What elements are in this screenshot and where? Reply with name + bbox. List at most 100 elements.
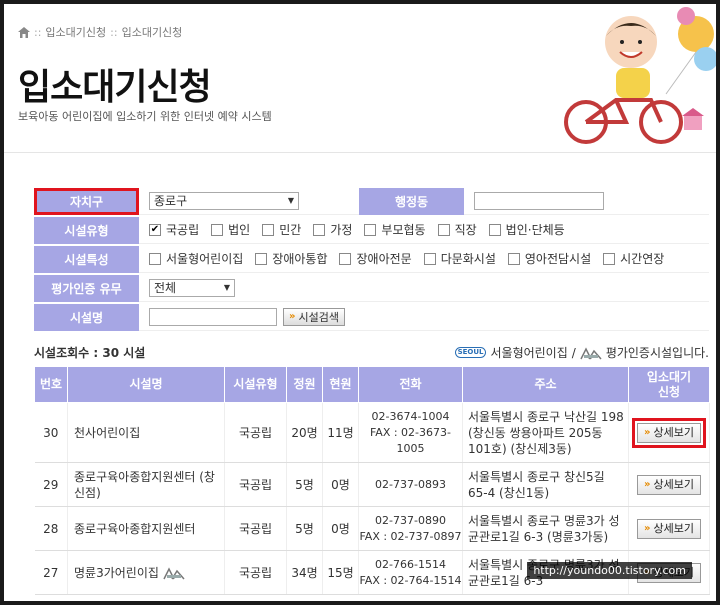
checkbox-checked-icon[interactable]: ✔ <box>149 223 161 236</box>
facility-name-link[interactable]: 종로구육아종합지원센터 <box>74 522 195 536</box>
cell-name: 명륜3가어린이집 <box>67 550 225 595</box>
double-chevron-right-icon: » <box>644 426 651 438</box>
cell-phone: 02-3674-1004 FAX : 02-3673-1005 <box>358 402 463 463</box>
facility-type-option[interactable]: 직장 <box>437 221 477 238</box>
detail-button[interactable]: »상세보기 <box>637 518 701 539</box>
facility-name-field: » 시설검색 <box>139 304 709 331</box>
dong-label: 행정동 <box>359 187 464 215</box>
facility-type-option-label: 국공립 <box>166 223 200 237</box>
search-form: 자치구 종로구 ▼ 행정동 시설유형 ✔ 국공립 법인 민간 가정 부모협동 직장 법인·단체… <box>34 187 709 332</box>
chevron-down-icon: ▼ <box>287 196 294 205</box>
cell-name: 종로구육아종합지원센터 <box>67 506 225 551</box>
cell-current: 0명 <box>322 506 359 551</box>
legend-accredited: 평가인증시설입니다. <box>605 346 709 360</box>
facility-type-option[interactable]: 법인 <box>211 221 250 238</box>
facility-search-button-label: 시설검색 <box>298 310 339 324</box>
child-bicycle-illustration <box>564 7 716 144</box>
home-icon[interactable] <box>18 26 30 38</box>
table-row: 30 천사어린이집 국공립 20명 11명 02-3674-1004 FAX : 02-36… <box>34 402 710 463</box>
accreditation-label: 평가인증 유무 <box>34 274 139 302</box>
cell-phone: 02-737-0893 <box>358 462 463 507</box>
dong-input[interactable] <box>474 191 604 210</box>
cell-capacity: 5명 <box>286 506 323 551</box>
district-select[interactable]: 종로구 ▼ <box>149 191 299 210</box>
checkbox-icon[interactable] <box>313 223 326 236</box>
facility-type-option-label: 직장 <box>454 223 477 237</box>
cell-type: 국공립 <box>224 550 287 595</box>
cell-apply: »상세보기 <box>628 506 710 551</box>
checkbox-icon[interactable] <box>149 252 161 265</box>
facility-type-option[interactable]: 부모협동 <box>364 221 426 238</box>
divider <box>4 152 716 153</box>
search-row-facility-type: 시설유형 ✔ 국공립 법인 민간 가정 부모협동 직장 법인·단체등 <box>34 216 709 245</box>
facility-feature-option-label: 시간연장 <box>620 252 665 266</box>
col-current: 현원 <box>322 366 359 403</box>
facility-feature-option[interactable]: 다문화시설 <box>423 250 496 267</box>
facility-type-option[interactable]: ✔ 국공립 <box>149 221 199 238</box>
facility-type-option[interactable]: 가정 <box>313 221 352 238</box>
facility-type-option[interactable]: 법인·단체등 <box>488 221 565 238</box>
phone-number: 02-3674-1004 <box>371 409 450 423</box>
table-header: 번호 시설명 시설유형 정원 현원 전화 주소 입소대기 신청 <box>34 366 710 403</box>
checkbox-icon[interactable] <box>339 252 352 265</box>
detail-button[interactable]: »상세보기 <box>632 417 706 448</box>
checkbox-icon[interactable] <box>211 223 224 236</box>
facility-type-option-label: 부모협동 <box>381 223 426 237</box>
facility-name-link[interactable]: 명륜3가어린이집 <box>74 566 159 580</box>
col-type: 시설유형 <box>224 366 287 403</box>
breadcrumb-separator: :: <box>110 25 118 39</box>
legend-seoul: 서울형어린이집 <box>490 346 568 360</box>
checkbox-icon[interactable] <box>364 223 377 236</box>
breadcrumb-item[interactable]: 입소대기신청 <box>45 24 106 40</box>
checkbox-icon[interactable] <box>603 252 616 265</box>
checkbox-icon[interactable] <box>262 223 275 236</box>
breadcrumb: :: 입소대기신청 :: 입소대기신청 <box>18 24 182 40</box>
cell-phone: 02-737-0890 FAX : 02-737-0897 <box>358 506 463 551</box>
cell-number: 28 <box>34 506 68 551</box>
district-field: 종로구 ▼ <box>139 188 359 215</box>
col-number: 번호 <box>34 366 68 403</box>
detail-button-label: 상세보기 <box>653 477 694 491</box>
facility-name-link[interactable]: 종로구육아종합지원센터 (창신점) <box>74 470 215 500</box>
facility-name-link[interactable]: 천사어린이집 <box>74 426 140 440</box>
col-phone: 전화 <box>358 366 463 403</box>
facility-search-button[interactable]: » 시설검색 <box>283 307 345 326</box>
facility-feature-option[interactable]: 서울형어린이집 <box>149 250 243 267</box>
cell-number: 29 <box>34 462 68 507</box>
facility-feature-option-label: 영아전담시설 <box>524 252 592 266</box>
detail-button-label: 상세보기 <box>653 521 694 535</box>
cell-current: 11명 <box>322 402 359 463</box>
checkbox-icon[interactable] <box>423 252 436 265</box>
breadcrumb-item[interactable]: 입소대기신청 <box>122 24 183 40</box>
phone-number: 02-737-0893 <box>375 477 446 491</box>
fax-number: FAX : 02-737-0897 <box>359 529 462 543</box>
facility-feature-option[interactable]: 장애아전문 <box>339 250 412 267</box>
facility-feature-option[interactable]: 장애아통합 <box>255 250 327 267</box>
facility-name-input[interactable] <box>149 307 277 326</box>
detail-button[interactable]: »상세보기 <box>637 474 701 495</box>
facility-type-label: 시설유형 <box>34 216 139 244</box>
facility-feature-label: 시설특성 <box>34 245 139 273</box>
cell-apply: »상세보기 <box>628 402 710 463</box>
results-summary: 시설조회수 : 30 시설 SEOUL 서울형어린이집 / 평가인증시설입니다. <box>34 344 709 361</box>
accreditation-mark-icon <box>580 346 602 359</box>
checkbox-icon[interactable] <box>507 252 520 265</box>
facility-feature-options: 서울형어린이집 장애아통합 장애아전문 다문화시설 영아전담시설 시간연장 <box>139 246 709 273</box>
facility-feature-option[interactable]: 영아전담시설 <box>507 250 592 267</box>
checkbox-icon[interactable] <box>437 223 450 236</box>
accreditation-select[interactable]: 전체 ▼ <box>149 278 235 297</box>
facility-feature-option-label: 서울형어린이집 <box>166 252 244 266</box>
cell-current: 0명 <box>322 462 359 507</box>
phone-number: 02-766-1514 <box>375 557 446 571</box>
page-title: 입소대기신청 <box>18 67 212 108</box>
cell-current: 15명 <box>322 550 359 595</box>
facility-type-option[interactable]: 민간 <box>262 221 301 238</box>
col-apply: 입소대기 신청 <box>628 366 710 403</box>
facility-feature-option[interactable]: 시간연장 <box>603 250 664 267</box>
cell-address: 서울특별시 종로구 낙산길 198 (창신동 쌍용아파트 205동 101호) … <box>462 402 629 463</box>
checkbox-icon[interactable] <box>255 252 268 265</box>
phone-number: 02-737-0890 <box>375 513 446 527</box>
checkbox-icon[interactable] <box>488 223 501 236</box>
facility-type-options: ✔ 국공립 법인 민간 가정 부모협동 직장 법인·단체등 <box>139 217 709 244</box>
dong-field <box>464 188 709 215</box>
